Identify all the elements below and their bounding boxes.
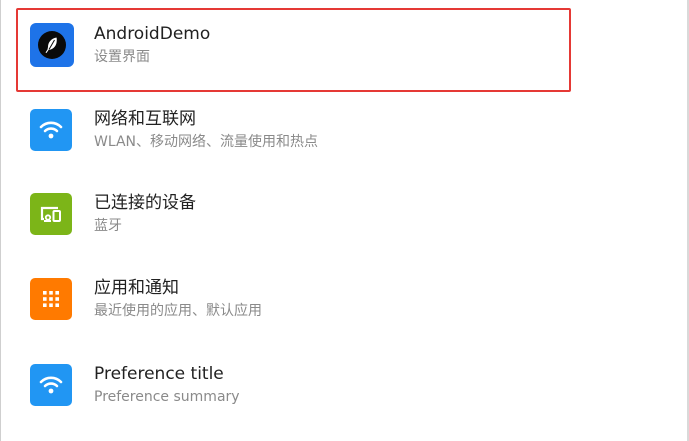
settings-item-summary: 蓝牙	[94, 218, 122, 234]
settings-item-summary: 最近使用的应用、默认应用	[94, 303, 262, 319]
settings-item-androiddemo[interactable]: AndroidDemo 设置界面	[16, 8, 571, 92]
feather-icon	[30, 23, 74, 67]
settings-item-summary: 设置界面	[94, 49, 150, 65]
settings-item-summary: WLAN、移动网络、流量使用和热点	[94, 134, 319, 150]
settings-item-connected-devices[interactable]: 已连接的设备 蓝牙	[16, 176, 571, 260]
settings-item-network[interactable]: 网络和互联网 WLAN、移动网络、流量使用和热点	[16, 92, 571, 176]
wifi-icon	[30, 109, 72, 151]
settings-item-title: 网络和互联网	[94, 109, 196, 129]
connected-devices-icon	[30, 193, 72, 235]
settings-item-title: AndroidDemo	[94, 24, 211, 44]
settings-item-title: 应用和通知	[94, 278, 179, 298]
settings-screen: AndroidDemo 设置界面 网络和互联网 WLAN、移动网络、流量使用和热…	[0, 0, 689, 441]
apps-grid-icon	[30, 278, 72, 320]
wifi-icon	[30, 364, 72, 406]
settings-item-title: 已连接的设备	[94, 193, 196, 213]
settings-item-apps[interactable]: 应用和通知 最近使用的应用、默认应用	[16, 261, 571, 345]
settings-item-preference[interactable]: Preference title Preference summary	[16, 347, 571, 431]
settings-item-summary: Preference summary	[94, 389, 240, 405]
settings-item-title: Preference title	[94, 364, 224, 384]
